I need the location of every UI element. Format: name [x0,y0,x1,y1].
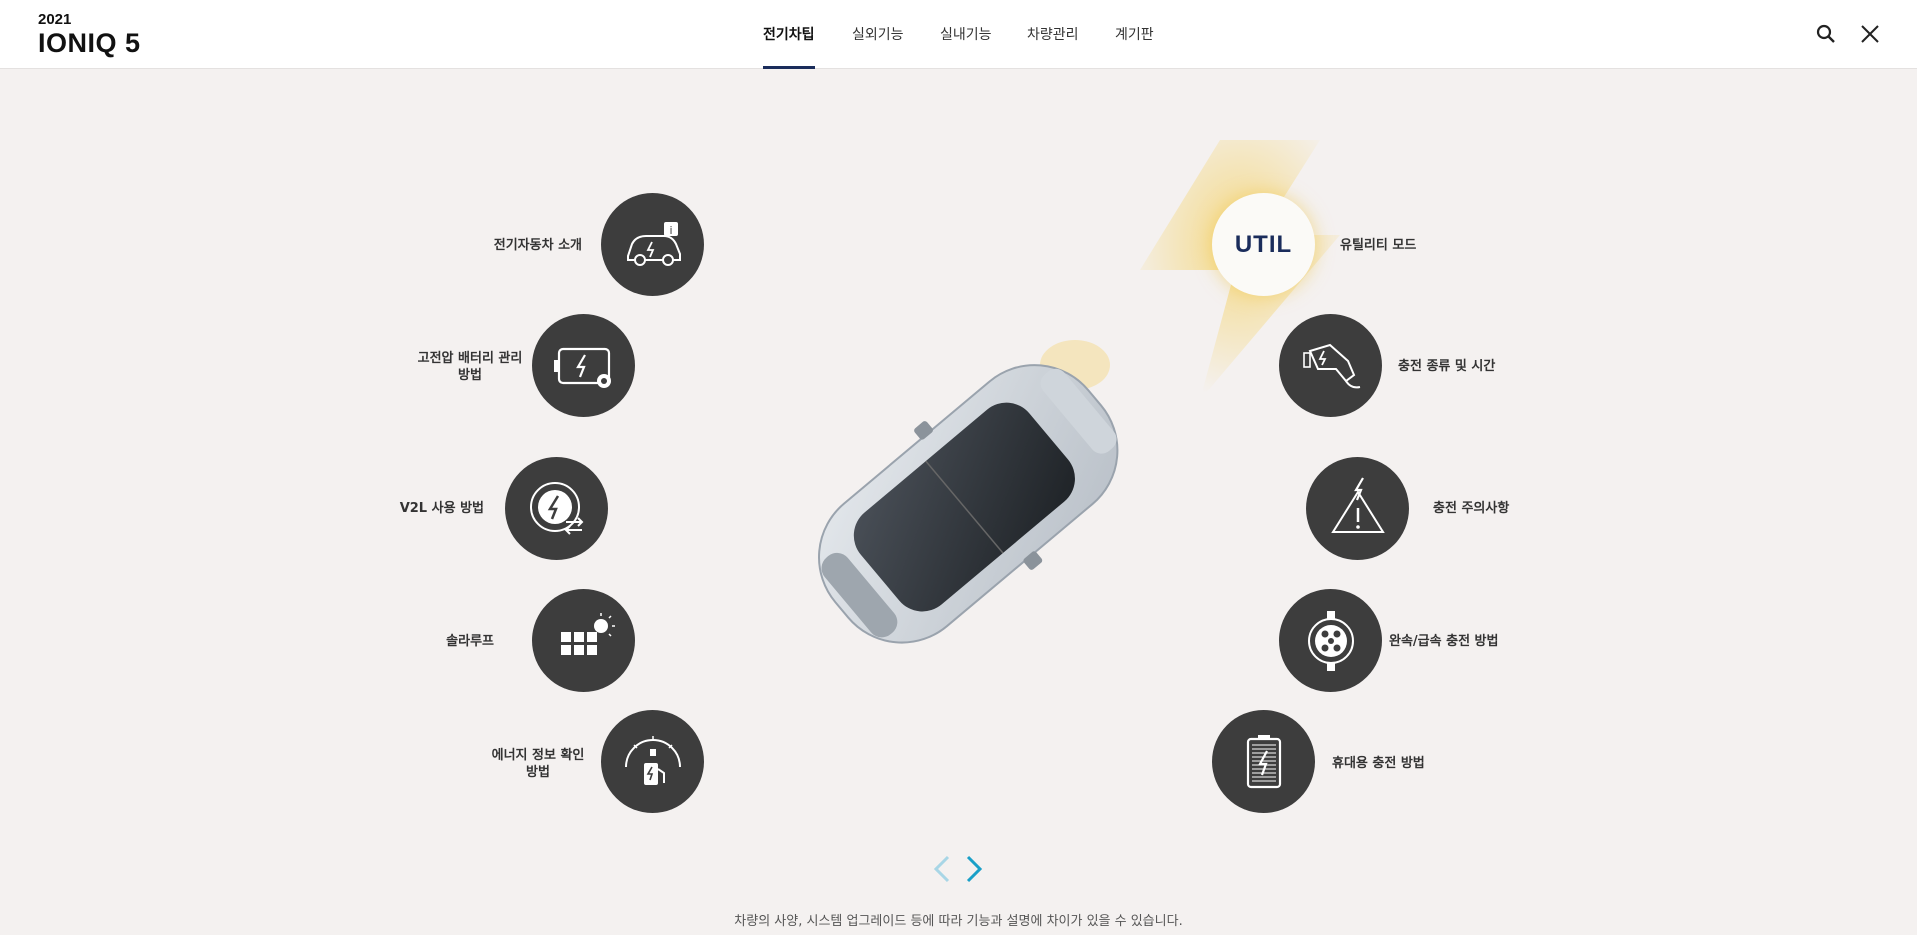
tab-interior[interactable]: 실내기능 [940,24,992,69]
feature-label: 충전 종류 및 시간 [1398,359,1496,374]
feature-label: 완속/급속 충전 방법 [1389,634,1499,649]
feature-label: V2L 사용 방법 [399,501,484,516]
battery-settings-icon [532,314,635,417]
charge-port-icon [1279,589,1382,692]
chevron-right-icon[interactable] [960,853,986,885]
chevron-left-icon[interactable] [930,853,956,885]
car-top-view-image [818,340,1119,644]
tab-ev-tips[interactable]: 전기차팁 [763,24,815,69]
tab-maintenance[interactable]: 차량관리 [1027,24,1079,69]
close-icon[interactable] [1858,22,1882,46]
feature-label: 고전압 배터리 관리 방법 [410,350,530,384]
main-tabs: 전기차팁 실외기능 실내기능 차량관리 계기판 [0,0,1917,69]
feature-label-line2: 방법 [458,368,482,383]
spec-disclaimer: 차량의 사양, 시스템 업그레이드 등에 따라 기능과 설명에 차이가 있을 수… [734,914,1183,929]
v2l-icon [505,457,608,560]
svg-text:i: i [669,224,672,237]
portable-charger-icon [1212,710,1315,813]
feature-label: 충전 주의사항 [1433,501,1510,516]
warning-icon [1306,457,1409,560]
ev-info-icon: i [601,193,704,296]
feature-label: 전기자동차 소개 [493,238,582,253]
tab-cluster[interactable]: 계기판 [1115,24,1154,69]
solar-roof-icon [532,589,635,692]
tab-exterior[interactable]: 실외기능 [852,24,904,69]
feature-label: 에너지 정보 확인 방법 [478,747,598,781]
util-icon: UTIL [1212,193,1315,296]
feature-label-line1: 에너지 정보 확인 [491,748,585,763]
feature-label: 유틸리티 모드 [1340,238,1417,253]
charging-plug-icon [1279,314,1382,417]
feature-label-line1: 고전압 배터리 관리 [417,351,523,366]
feature-label-line2: 방법 [526,765,550,780]
util-icon-text: UTIL [1234,230,1293,258]
energy-gauge-icon [601,710,704,813]
feature-label: 솔라루프 [446,634,494,649]
search-icon[interactable] [1814,22,1838,46]
top-bar: 2021 IONIQ 5 전기차팁 실외기능 실내기능 차량관리 계기판 [0,0,1917,69]
feature-label: 휴대용 충전 방법 [1332,756,1425,771]
